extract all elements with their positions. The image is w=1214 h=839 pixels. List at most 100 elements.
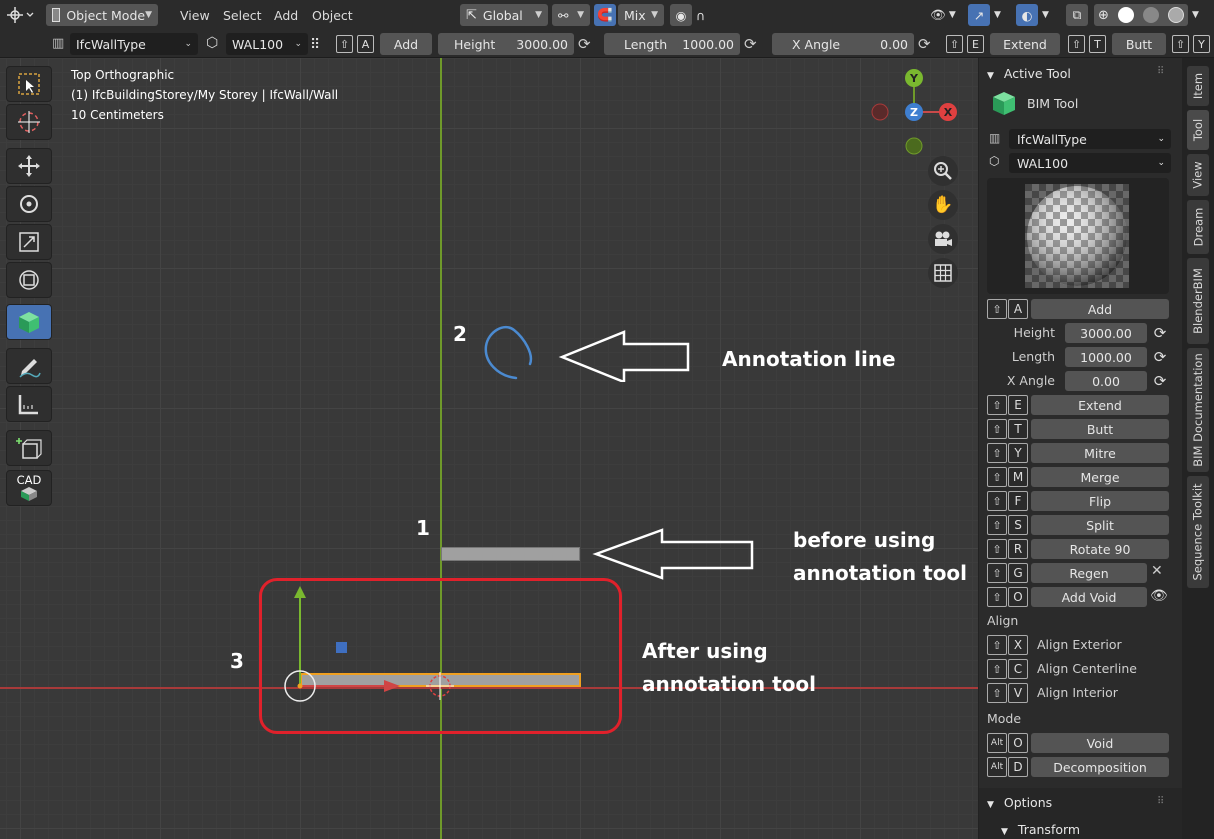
material-shading-icon[interactable]	[1142, 7, 1159, 23]
tab-sequence-toolkit[interactable]: Sequence Toolkit	[1187, 476, 1209, 588]
regen-icon[interactable]: ⟳	[918, 35, 931, 53]
ifc-type-dropdown[interactable]: IfcWallType ⌄	[1009, 129, 1171, 149]
rotate-tool[interactable]	[6, 186, 52, 222]
align-centerline-option[interactable]: Align Centerline	[1037, 661, 1137, 676]
add-button[interactable]: Add	[380, 33, 432, 55]
shading-dropdown[interactable]: ▼	[1192, 4, 1199, 26]
height-label: Height	[1013, 325, 1055, 340]
align-interior-option[interactable]: Align Interior	[1037, 685, 1118, 700]
gizmo-dropdown[interactable]: ▼	[994, 4, 1001, 26]
ifc-type-value: IfcWallType	[1017, 131, 1087, 147]
x-angle-field[interactable]: 0.00	[1065, 371, 1147, 391]
mesh-dropdown[interactable]: WAL100 ⌄	[1009, 153, 1171, 173]
active-tool-header[interactable]: ▼ Active Tool	[987, 66, 1071, 81]
navigation-gizmo[interactable]: Y X Z	[866, 64, 966, 164]
key-d: D	[1008, 757, 1028, 777]
regen-icon[interactable]: ⟳	[1151, 347, 1169, 367]
length-field[interactable]: Length 1000.00	[604, 33, 740, 55]
options-header[interactable]: ▼ Options	[987, 795, 1052, 810]
chevron-down-icon: ▼	[577, 10, 584, 20]
rendered-shading-icon[interactable]	[1168, 7, 1184, 23]
extend-button[interactable]: Extend	[990, 33, 1060, 55]
zoom-button[interactable]	[928, 156, 958, 186]
wireframe-shading-icon[interactable]: ⊕	[1098, 8, 1109, 23]
grid-menu-button[interactable]: ⠿	[310, 34, 320, 56]
length-field[interactable]: 1000.00	[1065, 347, 1147, 367]
sidebar-tabs: Item Tool View Dream BlenderBIM BIM Docu…	[1182, 58, 1214, 839]
wall-before[interactable]	[441, 547, 580, 561]
rotate-90-button[interactable]: Rotate 90	[1031, 539, 1169, 559]
mitre-button[interactable]: Mitre	[1031, 443, 1169, 463]
menu-object[interactable]: Object	[312, 4, 353, 26]
cad-tool[interactable]: CAD	[6, 470, 52, 506]
x-angle-field[interactable]: X Angle 0.00	[772, 33, 914, 55]
pan-button[interactable]: ✋	[928, 190, 958, 220]
ortho-toggle-button[interactable]	[928, 258, 958, 288]
regen-icon[interactable]: ⟳	[1151, 323, 1169, 343]
tab-bim-documentation[interactable]: BIM Documentation	[1187, 348, 1209, 472]
merge-button[interactable]: Merge	[1031, 467, 1169, 487]
gizmo-toggle[interactable]: ↗	[968, 4, 990, 26]
height-field[interactable]: 3000.00	[1065, 323, 1147, 343]
move-tool[interactable]	[6, 148, 52, 184]
xray-toggle[interactable]: ⧉	[1066, 4, 1088, 26]
menu-select[interactable]: Select	[223, 4, 262, 26]
add-cube-tool[interactable]	[6, 430, 52, 466]
transform-header[interactable]: ▼ Transform	[1001, 822, 1080, 837]
camera-button[interactable]	[928, 224, 958, 254]
regen-icon[interactable]: ⟳	[1151, 371, 1169, 391]
mode-selector[interactable]: Object Mode ▼	[46, 4, 158, 26]
add-button[interactable]: Add	[1031, 299, 1169, 319]
falloff-dropdown[interactable]: ∩	[696, 4, 705, 26]
transform-orientation-dropdown[interactable]: ⇱ Global ▼	[460, 4, 548, 26]
tab-tool[interactable]: Tool	[1187, 110, 1209, 150]
overlays-dropdown[interactable]: ▼	[1042, 4, 1049, 26]
eye-icon[interactable]: 👁	[1150, 588, 1168, 604]
overlays-toggle[interactable]: ◐	[1016, 4, 1038, 26]
flip-button[interactable]: Flip	[1031, 491, 1169, 511]
key-e: E	[1008, 395, 1028, 415]
proportional-edit-toggle[interactable]: ◉	[670, 4, 692, 26]
regen-icon[interactable]: ⟳	[744, 35, 757, 53]
solid-shading-icon[interactable]	[1117, 7, 1134, 23]
pivot-dropdown[interactable]: ⚯ ▼	[552, 4, 590, 26]
drag-handle-icon[interactable]: ⠿	[1157, 66, 1164, 77]
menu-add[interactable]: Add	[274, 4, 298, 26]
tab-item[interactable]: Item	[1187, 66, 1209, 106]
ifc-type-dropdown[interactable]: IfcWallType ⌄	[70, 33, 198, 55]
decomposition-button[interactable]: Decomposition	[1031, 757, 1169, 777]
shift-key-icon: ⇧	[336, 35, 353, 53]
butt-button[interactable]: Butt	[1031, 419, 1169, 439]
bim-tool[interactable]	[6, 304, 52, 340]
editor-type-button[interactable]	[6, 4, 36, 26]
height-field[interactable]: Height 3000.00	[438, 33, 574, 55]
transform-tool[interactable]	[6, 262, 52, 298]
tab-blenderbim[interactable]: BlenderBIM	[1187, 258, 1209, 344]
align-section-title: Align	[987, 613, 1019, 628]
cursor-tool[interactable]	[6, 104, 52, 140]
regen-icon[interactable]: ⟳	[578, 35, 591, 53]
extend-button[interactable]: Extend	[1031, 395, 1169, 415]
drag-handle-icon[interactable]: ⠿	[1157, 796, 1164, 807]
grid-dots-icon: ⠿	[310, 37, 321, 53]
annotate-tool[interactable]	[6, 348, 52, 384]
mesh-dropdown[interactable]: WAL100 ⌄	[226, 33, 308, 55]
regen-button[interactable]: Regen	[1031, 563, 1147, 583]
add-void-button[interactable]: Add Void	[1031, 587, 1147, 607]
menu-view[interactable]: View	[180, 4, 210, 26]
measure-tool[interactable]	[6, 386, 52, 422]
snap-toggle[interactable]: 🧲	[594, 4, 616, 26]
select-box-tool[interactable]	[6, 66, 52, 102]
scale-tool[interactable]	[6, 224, 52, 260]
gizmo-y-label: Y	[909, 72, 919, 85]
tab-dream[interactable]: Dream	[1187, 200, 1209, 254]
butt-button[interactable]: Butt	[1112, 33, 1166, 55]
split-button[interactable]: Split	[1031, 515, 1169, 535]
3d-viewport[interactable]: Top Orthographic (1) IfcBuildingStorey/M…	[0, 58, 978, 839]
close-icon[interactable]: ✕	[1151, 563, 1163, 579]
tab-view[interactable]: View	[1187, 154, 1209, 196]
visibility-dropdown[interactable]: 👁 ▼	[930, 4, 956, 26]
snap-target-dropdown[interactable]: Mix ▼	[618, 4, 664, 26]
void-button[interactable]: Void	[1031, 733, 1169, 753]
align-exterior-option[interactable]: Align Exterior	[1037, 637, 1122, 652]
